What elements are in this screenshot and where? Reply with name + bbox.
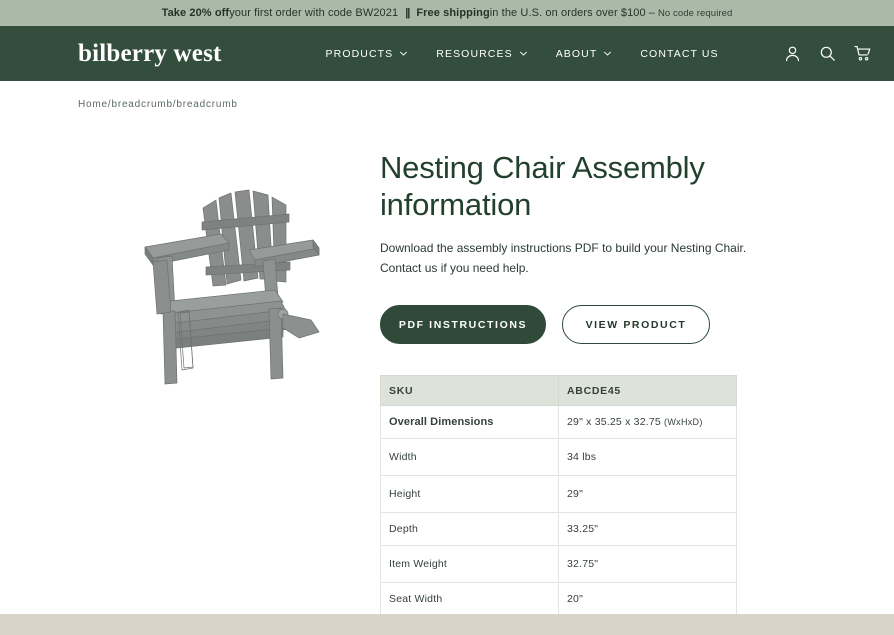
spec-label: Width [380,438,559,477]
cart-icon[interactable] [853,44,872,63]
promo-separator: || [405,7,410,19]
spec-value: 20" [558,582,737,617]
view-product-button[interactable]: VIEW PRODUCT [562,305,710,345]
spec-value: 32.75" [558,545,737,584]
table-row: Seat Width 20" [380,582,737,617]
spec-value-main: 29" x 35.25 x 32.75 [567,416,665,429]
table-row: Width 34 lbs [380,438,737,477]
promo-note: No code required [657,7,733,19]
pdf-instructions-button[interactable]: PDF INSTRUCTIONS [380,305,546,345]
nav-item-label: PRODUCTS [325,47,394,60]
content-row: Nesting Chair Assembly information Downl… [78,126,816,635]
page-description-line-2: Contact us if you need help. [380,260,529,275]
chevron-down-icon [400,51,408,56]
spec-value: 33.25" [558,512,737,547]
spec-label: Depth [380,512,559,547]
site-header: bilberry west PRODUCTS RESOURCES ABOUT C… [0,26,894,81]
page-content: Home/breadcrumb/breadcrumb Nesting Chair… [0,81,894,635]
nav-item-label: RESOURCES [436,47,513,60]
spec-label: Overall Dimensions [380,405,559,440]
nav-item-label: ABOUT [555,47,598,60]
table-row: Overall Dimensions 29" x 35.25 x 32.75 (… [380,405,737,440]
header-icon-group [783,44,872,63]
nav-item-resources[interactable]: RESOURCES [436,48,527,60]
spec-value: 29" x 35.25 x 32.75 (WxHxD) [558,405,737,440]
action-button-row: PDF INSTRUCTIONS VIEW PRODUCT [380,305,816,345]
nesting-chair-image [144,189,320,385]
table-row: Height 29" [380,475,737,514]
brand-logo[interactable]: bilberry west [78,41,222,66]
spec-label: Seat Width [380,582,559,617]
nav-item-contact-us[interactable]: CONTACT US [640,48,718,60]
nav-item-about[interactable]: ABOUT [556,48,613,60]
footer-band [0,614,894,635]
breadcrumb[interactable]: Home/breadcrumb/breadcrumb [78,81,238,110]
nav-item-label: CONTACT US [640,47,719,60]
page-description-line-1: Download the assembly instructions PDF t… [380,241,747,256]
product-image-container [78,126,378,635]
promo-shipping-text: in the U.S. on orders over $100 [489,7,646,19]
chevron-down-icon [604,51,612,56]
spec-label: Item Weight [380,545,559,584]
spec-value-suffix: (WxHxD) [664,417,703,428]
search-icon[interactable] [818,44,837,63]
promo-dash: – [648,7,655,19]
promo-shipping-bold: Free shipping [416,7,490,19]
promo-banner: Take 20% off your first order with code … [0,0,894,26]
main-navigation: PRODUCTS RESOURCES ABOUT CONTACT US [326,48,719,60]
table-header-value: ABCDE45 [558,375,737,407]
spec-value: 29" [558,475,737,514]
chevron-down-icon [519,51,527,56]
nav-item-products[interactable]: PRODUCTS [326,48,409,60]
table-header-row: SKU ABCDE45 [380,375,737,407]
product-detail-column: Nesting Chair Assembly information Downl… [378,126,816,635]
page-title: Nesting Chair Assembly information [380,150,705,222]
specifications-table: SKU ABCDE45 Overall Dimensions 29" x 35.… [380,375,737,635]
table-header-label: SKU [380,375,559,407]
spec-value: 34 lbs [558,438,737,477]
promo-offer-bold: Take 20% off [161,7,230,19]
promo-offer-text: your first order with code BW2021 [229,7,399,19]
table-row: Item Weight 32.75" [380,545,737,584]
page-description: Download the assembly instructions PDF t… [380,239,800,278]
account-icon[interactable] [783,44,802,63]
spec-label: Height [380,475,559,514]
table-row: Depth 33.25" [380,512,737,547]
